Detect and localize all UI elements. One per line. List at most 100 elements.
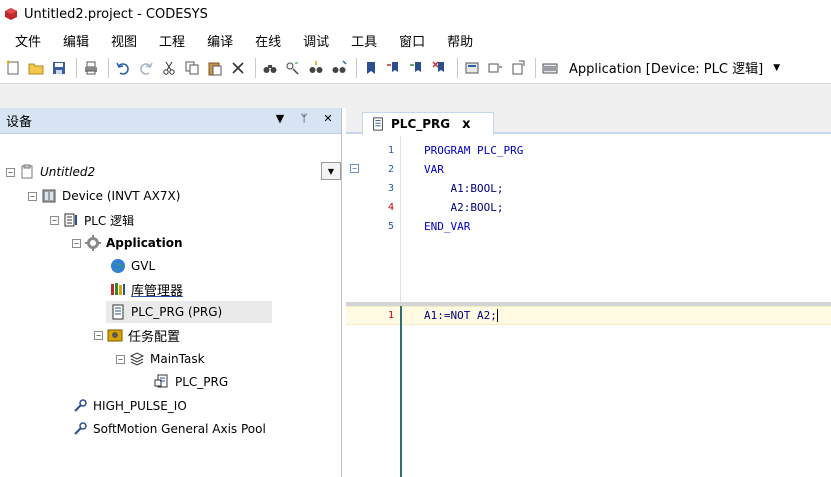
program-call-icon <box>154 374 168 388</box>
tree-dropdown-button[interactable]: ▼ <box>321 162 341 180</box>
task-config-icon <box>107 329 123 342</box>
undo-icon[interactable] <box>113 58 133 78</box>
io-icon <box>74 399 87 412</box>
tree-node-program-call[interactable]: PLC_PRG <box>154 371 228 393</box>
tree-node-axis-pool[interactable]: SoftMotion General Axis Pool <box>72 418 266 440</box>
tab-plc-prg[interactable]: PLC_PRG x <box>362 112 494 135</box>
tree-node-plc-prg[interactable]: PLC_PRG (PRG) <box>106 301 272 323</box>
line-number: 2 <box>387 164 394 175</box>
replace-icon[interactable] <box>283 58 303 78</box>
tree-node-project[interactable]: − Untitled2 <box>6 161 95 183</box>
menu-file[interactable]: 文件 <box>9 29 47 52</box>
menu-edit[interactable]: 编辑 <box>57 29 95 52</box>
pou-icon <box>112 304 124 320</box>
code-text: PROGRAM PLC_PRG <box>424 144 524 157</box>
delete-icon[interactable] <box>228 58 248 78</box>
implementation-editor[interactable]: 1 A1:=NOT A2; <box>346 306 831 477</box>
collapse-icon[interactable]: − <box>94 330 103 340</box>
redo-icon[interactable] <box>136 58 156 78</box>
toolbar-separator <box>356 57 357 78</box>
tree-node-library-manager[interactable]: 库管理器 <box>110 278 183 300</box>
tab-label: PLC_PRG <box>391 117 451 131</box>
previous-bookmark-icon[interactable] <box>407 58 427 78</box>
device-icon <box>42 189 56 203</box>
toolbar-gap <box>0 84 831 108</box>
tree-node-application[interactable]: − Application <box>72 232 183 254</box>
tree-node-maintask[interactable]: − MainTask <box>116 348 205 370</box>
application-gear-icon <box>85 235 101 251</box>
tree-node-plc-logic[interactable]: − PLC 逻辑 <box>50 209 134 231</box>
code-text: A1:BOOL; <box>424 182 504 195</box>
globe-icon <box>111 259 125 273</box>
panel-menu-icon[interactable]: ▼ <box>273 112 287 125</box>
collapse-icon[interactable]: − <box>50 215 59 225</box>
menu-bar: 文件 编辑 视图 工程 编译 在线 调试 工具 窗口 帮助 <box>0 28 831 52</box>
copy-icon[interactable] <box>182 58 202 78</box>
toolbar: Application [Device: PLC 逻辑] ▼ <box>0 52 831 84</box>
line-number: 3 <box>387 183 394 194</box>
title-bar: Untitled2.project - CODESYS <box>0 0 831 28</box>
add-object-icon[interactable] <box>485 58 505 78</box>
find-previous-icon[interactable] <box>329 58 349 78</box>
menu-online[interactable]: 在线 <box>249 29 287 52</box>
chevron-down-icon: ▼ <box>773 62 781 73</box>
gutter-divider <box>400 306 402 477</box>
tree-label: Device (INVT AX7X) <box>62 189 181 203</box>
window-title: Untitled2.project - CODESYS <box>24 6 208 22</box>
tree-node-task-config[interactable]: − 任务配置 <box>94 324 180 346</box>
tree-label: SoftMotion General Axis Pool <box>93 422 266 436</box>
code-line: 4 A2:BOOL; <box>346 198 831 217</box>
tree-node-high-pulse-io[interactable]: HIGH_PULSE_IO <box>72 395 187 417</box>
bookmark-icon[interactable] <box>361 58 381 78</box>
print-icon[interactable] <box>81 58 101 78</box>
text-cursor <box>496 309 498 322</box>
tree-label: 任务配置 <box>128 329 181 345</box>
pin-icon[interactable]: ᛘ <box>297 112 311 125</box>
line-number: 1 <box>387 145 394 156</box>
active-application-label: Application [Device: PLC 逻辑] <box>569 62 764 77</box>
devices-panel: 设备 ▼ ᛘ ✕ ▼ − Untitled2 − Device (INVT AX… <box>0 108 342 477</box>
tree-label: HIGH_PULSE_IO <box>93 399 187 413</box>
code-text: VAR <box>424 163 444 176</box>
code-line: 1 A1:=NOT A2; <box>346 306 831 325</box>
menu-build[interactable]: 编译 <box>201 29 239 52</box>
close-icon[interactable]: ✕ <box>321 112 335 125</box>
menu-project[interactable]: 工程 <box>153 29 191 52</box>
menu-debug[interactable]: 调试 <box>297 29 335 52</box>
code-text: A2:BOOL; <box>424 201 504 214</box>
editor-area: PLC_PRG x − 1 PROGRAM PLC_PRG 2 VAR 3 A1… <box>346 108 831 477</box>
menu-view[interactable]: 视图 <box>105 29 143 52</box>
active-application-selector[interactable]: Application [Device: PLC 逻辑] ▼ <box>569 58 780 77</box>
panel-header-buttons: ▼ ᛘ ✕ <box>273 112 335 125</box>
tree-label: GVL <box>131 259 156 273</box>
collapse-icon[interactable]: − <box>116 354 125 364</box>
new-project-icon[interactable] <box>3 58 23 78</box>
tree-label: PLC_PRG (PRG) <box>131 305 223 319</box>
tree-node-gvl[interactable]: GVL <box>110 255 155 277</box>
menu-tools[interactable]: 工具 <box>345 29 383 52</box>
declaration-editor[interactable]: − 1 PROGRAM PLC_PRG 2 VAR 3 A1:BOOL; 4 A… <box>346 136 831 302</box>
line-number: 1 <box>387 310 394 321</box>
plc-logic-icon <box>64 213 77 227</box>
collapse-icon[interactable]: − <box>72 238 81 248</box>
properties-icon[interactable] <box>508 58 528 78</box>
next-bookmark-icon[interactable] <box>384 58 404 78</box>
collapse-icon[interactable]: − <box>6 167 15 177</box>
collapse-icon[interactable]: − <box>28 191 37 201</box>
open-project-icon[interactable] <box>26 58 46 78</box>
find-next-icon[interactable] <box>306 58 326 78</box>
menu-help[interactable]: 帮助 <box>441 29 479 52</box>
build-icon[interactable] <box>462 58 482 78</box>
device-config-icon[interactable] <box>540 58 560 78</box>
cut-icon[interactable] <box>159 58 179 78</box>
code-line: 3 A1:BOOL; <box>346 179 831 198</box>
paste-icon[interactable] <box>205 58 225 78</box>
tree-label: Untitled2 <box>40 165 96 179</box>
axis-pool-icon <box>74 422 87 435</box>
tree-node-device[interactable]: − Device (INVT AX7X) <box>28 185 180 207</box>
menu-window[interactable]: 窗口 <box>393 29 431 52</box>
clear-bookmarks-icon[interactable] <box>430 58 450 78</box>
find-icon[interactable] <box>260 58 280 78</box>
tab-close-icon[interactable]: x <box>462 117 470 132</box>
save-icon[interactable] <box>49 58 69 78</box>
